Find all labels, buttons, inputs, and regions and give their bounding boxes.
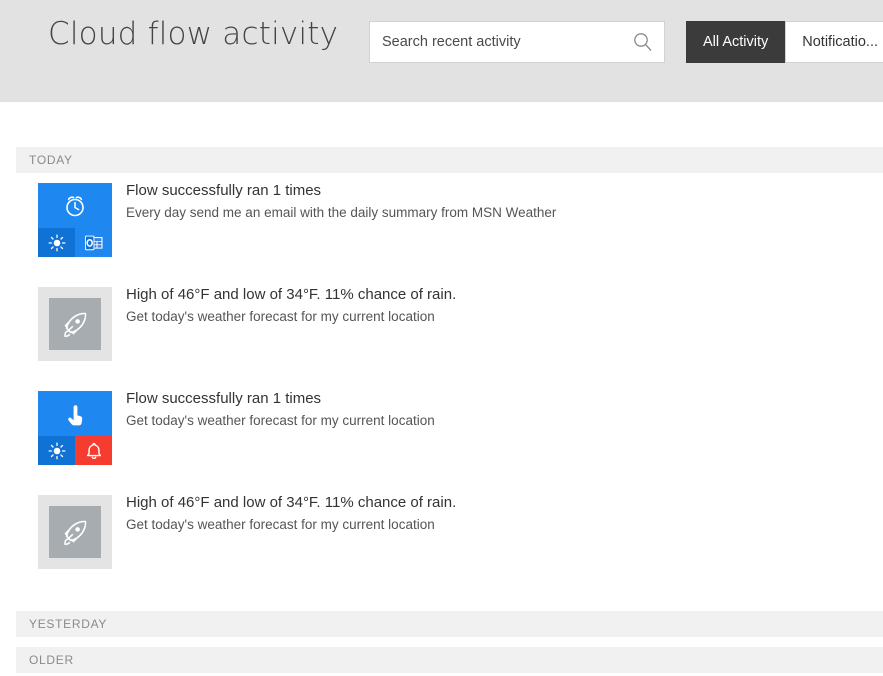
flow-tile [38,391,112,465]
sun-weather-icon [38,228,75,257]
rocket-tile [38,287,112,361]
activity-item[interactable]: High of 46°F and low of 34°F. 11% chance… [0,277,883,381]
search-input[interactable] [370,22,632,62]
rocket-icon [49,506,101,558]
activity-content: TODAY [0,147,883,673]
section-header-yesterday: YESTERDAY [16,611,883,637]
flow-tile [38,183,112,257]
filter-all-activity-button[interactable]: All Activity [686,21,785,63]
activity-title: Flow successfully ran 1 times [126,388,883,409]
pointing-hand-icon [38,391,112,436]
activity-subtitle: Get today's weather forecast for my curr… [126,515,883,535]
alarm-clock-icon [38,183,112,228]
activity-icon [38,287,112,361]
filter-notifications-button[interactable]: Notificatio... [785,21,883,63]
activity-icon [38,183,112,257]
activity-title: High of 46°F and low of 34°F. 11% chance… [126,492,883,513]
activity-text: High of 46°F and low of 34°F. 11% chance… [126,492,883,535]
page-title: Cloud flow activity [48,16,338,52]
activity-icon [38,391,112,465]
activity-text: High of 46°F and low of 34°F. 11% chance… [126,284,883,327]
rocket-icon [49,298,101,350]
search-box[interactable] [369,21,665,63]
section-header-older: OLDER [16,647,883,673]
section-header-today: TODAY [16,147,883,173]
activity-text: Flow successfully ran 1 times Every day … [126,180,883,223]
activity-filter-group: All Activity Notificatio... [686,21,883,63]
activity-list-today: Flow successfully ran 1 times Every day … [0,173,883,589]
activity-subtitle: Get today's weather forecast for my curr… [126,411,883,431]
page-header: Cloud flow activity All Activity Notific… [0,0,883,102]
sun-weather-icon [38,436,75,465]
search-icon[interactable] [632,31,654,53]
activity-item[interactable]: High of 46°F and low of 34°F. 11% chance… [0,485,883,589]
rocket-tile [38,495,112,569]
outlook-icon [75,228,112,257]
activity-item[interactable]: Flow successfully ran 1 times Get today'… [0,381,883,485]
activity-title: Flow successfully ran 1 times [126,180,883,201]
activity-text: Flow successfully ran 1 times Get today'… [126,388,883,431]
activity-subtitle: Get today's weather forecast for my curr… [126,307,883,327]
activity-subtitle: Every day send me an email with the dail… [126,203,883,223]
activity-title: High of 46°F and low of 34°F. 11% chance… [126,284,883,305]
activity-icon [38,495,112,569]
bell-icon [75,436,112,465]
activity-item[interactable]: Flow successfully ran 1 times Every day … [0,173,883,277]
